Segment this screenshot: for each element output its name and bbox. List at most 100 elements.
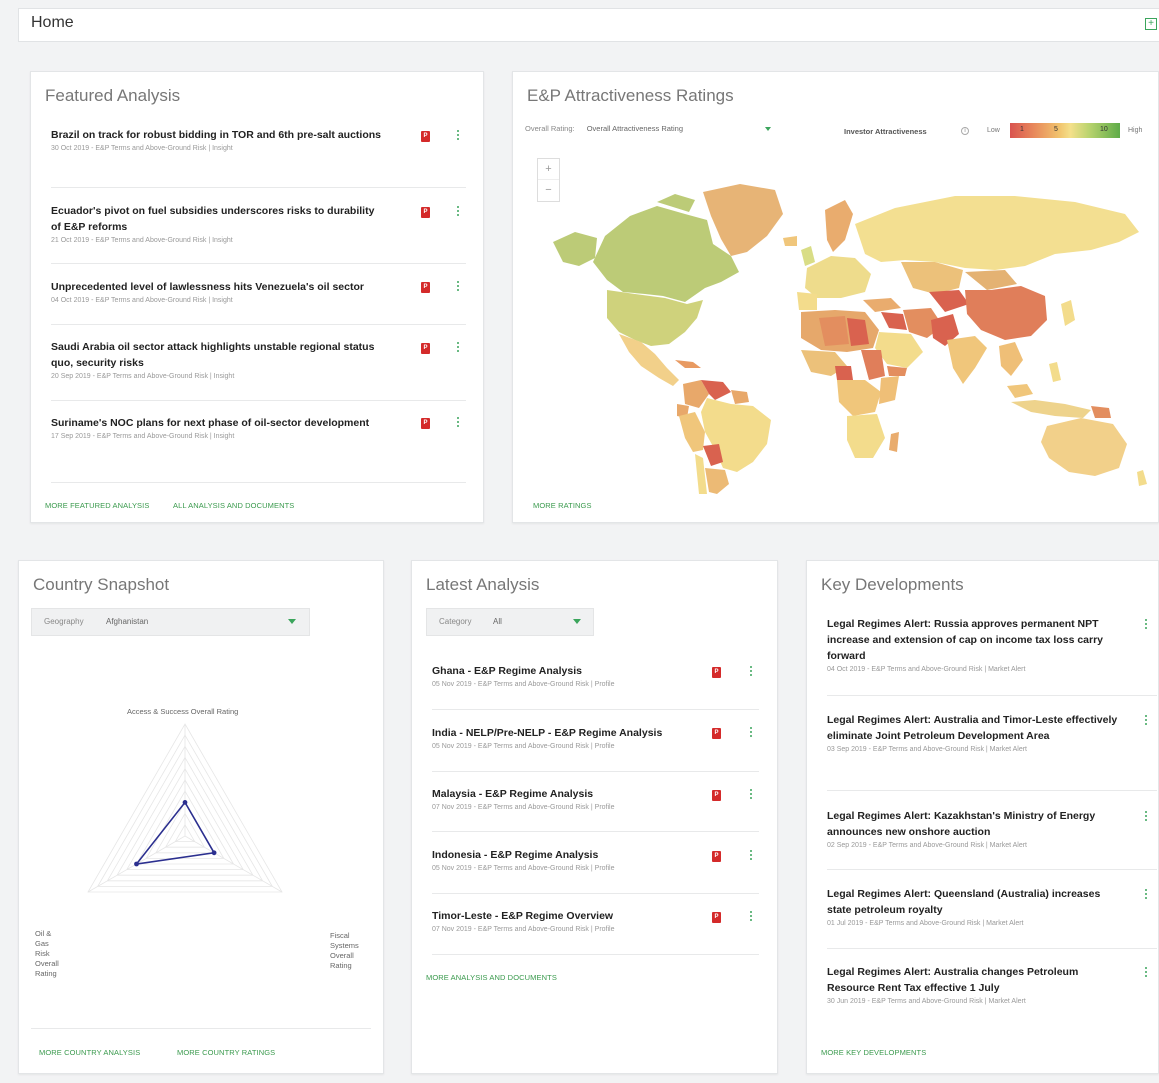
list-item[interactable]: Legal Regimes Alert: Kazakhstan's Minist… — [827, 808, 1122, 849]
more-options-icon[interactable] — [749, 911, 753, 923]
item-title[interactable]: Legal Regimes Alert: Kazakhstan's Minist… — [827, 808, 1122, 840]
list-item[interactable]: Legal Regimes Alert: Russia approves per… — [827, 616, 1122, 673]
item-meta: 05 Nov 2019 - E&P Terms and Above-Ground… — [432, 743, 615, 750]
divider — [432, 709, 759, 710]
select-label: Geography — [44, 617, 84, 626]
more-ratings-link[interactable]: More ratings — [533, 501, 592, 510]
map-region-alaska — [553, 232, 597, 266]
more-country-analysis-link[interactable]: More country analysis — [39, 1048, 140, 1057]
pdf-icon[interactable]: P — [421, 207, 430, 218]
more-options-icon[interactable] — [749, 727, 753, 739]
legend-title: Investor Attractiveness — [844, 127, 927, 136]
more-options-icon[interactable] — [1144, 619, 1148, 631]
more-country-ratings-link[interactable]: More country ratings — [177, 1048, 275, 1057]
map-region-indochina — [999, 342, 1023, 376]
item-title[interactable]: India - NELP/Pre-NELP - E&P Regime Analy… — [432, 725, 722, 741]
pdf-icon[interactable]: P — [712, 667, 721, 678]
item-title[interactable]: Brazil on track for robust bidding in TO… — [51, 127, 381, 143]
item-title[interactable]: Timor-Leste - E&P Regime Overview — [432, 908, 712, 924]
legend-low-label: Low — [987, 127, 1000, 134]
list-item[interactable]: Malaysia - E&P Regime Analysis 07 Nov 20… — [432, 786, 712, 811]
world-map[interactable] — [535, 154, 1150, 494]
item-title[interactable]: Legal Regimes Alert: Australia and Timor… — [827, 712, 1122, 744]
select-value: All — [493, 617, 502, 626]
more-options-icon[interactable] — [456, 206, 460, 218]
list-item[interactable]: Ghana - E&P Regime Analysis 05 Nov 2019 … — [432, 663, 712, 688]
pdf-icon[interactable]: P — [712, 790, 721, 801]
pdf-icon[interactable]: P — [421, 418, 430, 429]
pdf-icon[interactable]: P — [712, 912, 721, 923]
more-options-icon[interactable] — [1144, 811, 1148, 823]
item-title[interactable]: Saudi Arabia oil sector attack highlight… — [51, 339, 391, 371]
list-item[interactable]: Legal Regimes Alert: Queensland (Austral… — [827, 886, 1122, 927]
item-title[interactable]: Legal Regimes Alert: Australia changes P… — [827, 964, 1122, 996]
info-icon[interactable]: i — [961, 127, 969, 135]
pdf-icon[interactable]: P — [421, 282, 430, 293]
list-item[interactable]: Legal Regimes Alert: Australia changes P… — [827, 964, 1122, 1005]
more-options-icon[interactable] — [1144, 967, 1148, 979]
more-options-icon[interactable] — [1144, 889, 1148, 901]
map-region-mongolia — [965, 270, 1017, 290]
divider — [827, 790, 1157, 791]
page-title: Home — [31, 14, 74, 31]
list-item[interactable]: Brazil on track for robust bidding in TO… — [51, 127, 381, 152]
more-options-icon[interactable] — [749, 666, 753, 678]
list-item[interactable]: Ecuador's pivot on fuel subsidies unders… — [51, 203, 381, 244]
more-options-icon[interactable] — [749, 850, 753, 862]
item-title[interactable]: Suriname's NOC plans for next phase of o… — [51, 415, 381, 431]
item-title[interactable]: Unprecedented level of lawlessness hits … — [51, 279, 411, 295]
item-meta: 07 Nov 2019 - E&P Terms and Above-Ground… — [432, 804, 615, 811]
more-options-icon[interactable] — [1144, 715, 1148, 727]
item-title[interactable]: Ecuador's pivot on fuel subsidies unders… — [51, 203, 381, 235]
list-item[interactable]: Saudi Arabia oil sector attack highlight… — [51, 339, 391, 380]
legend-tick: 1 — [1020, 126, 1024, 133]
rating-select[interactable]: Overall Rating: Overall Attractiveness R… — [525, 124, 771, 138]
list-item[interactable]: Unprecedented level of lawlessness hits … — [51, 279, 411, 304]
more-options-icon[interactable] — [749, 789, 753, 801]
pdf-icon[interactable]: P — [712, 728, 721, 739]
map-region-new-zealand — [1137, 470, 1147, 486]
pdf-icon[interactable]: P — [421, 131, 430, 142]
item-title[interactable]: Indonesia - E&P Regime Analysis — [432, 847, 712, 863]
category-select[interactable]: Category All — [426, 608, 594, 636]
map-region-japan — [1061, 300, 1075, 326]
item-title[interactable]: Legal Regimes Alert: Russia approves per… — [827, 616, 1122, 664]
radar-grid — [87, 723, 283, 893]
divider — [432, 893, 759, 894]
map-region-kazakhstan — [901, 262, 963, 294]
chevron-down-icon — [765, 127, 771, 131]
more-options-icon[interactable] — [456, 342, 460, 354]
map-region-turkey — [863, 298, 901, 312]
list-item[interactable]: Suriname's NOC plans for next phase of o… — [51, 415, 381, 440]
more-featured-analysis-link[interactable]: More featured analysis — [45, 501, 149, 510]
list-item[interactable]: Indonesia - E&P Regime Analysis 05 Nov 2… — [432, 847, 712, 872]
item-title[interactable]: Ghana - E&P Regime Analysis — [432, 663, 712, 679]
map-region-chile — [695, 454, 707, 494]
pdf-icon[interactable]: P — [421, 343, 430, 354]
more-analysis-link[interactable]: More analysis and documents — [426, 973, 557, 982]
all-analysis-link[interactable]: All analysis and documents — [173, 501, 294, 510]
map-region-yemen — [887, 366, 907, 376]
item-title[interactable]: Legal Regimes Alert: Queensland (Austral… — [827, 886, 1122, 918]
list-item[interactable]: India - NELP/Pre-NELP - E&P Regime Analy… — [432, 725, 722, 750]
more-options-icon[interactable] — [456, 130, 460, 142]
list-item[interactable]: Legal Regimes Alert: Australia and Timor… — [827, 712, 1122, 753]
item-meta: 03 Sep 2019 - E&P Terms and Above-Ground… — [827, 746, 1027, 753]
legend-scale: 1 5 10 — [1010, 123, 1120, 138]
pdf-icon[interactable]: P — [712, 851, 721, 862]
divider — [432, 771, 759, 772]
more-options-icon[interactable] — [456, 417, 460, 429]
map-region-east-africa — [879, 376, 899, 404]
item-meta: 21 Oct 2019 - E&P Terms and Above-Ground… — [51, 237, 233, 244]
list-item[interactable]: Timor-Leste - E&P Regime Overview 07 Nov… — [432, 908, 712, 933]
geography-select[interactable]: Geography Afghanistan — [31, 608, 310, 636]
divider — [432, 954, 759, 955]
item-meta: 07 Nov 2019 - E&P Terms and Above-Ground… — [432, 926, 615, 933]
featured-analysis-title: Featured Analysis — [45, 86, 181, 105]
expand-icon[interactable]: + — [1145, 18, 1157, 30]
more-options-icon[interactable] — [456, 281, 460, 293]
more-key-developments-link[interactable]: More key developments — [821, 1048, 926, 1057]
featured-analysis-card: Featured Analysis Brazil on track for ro… — [30, 71, 484, 523]
item-title[interactable]: Malaysia - E&P Regime Analysis — [432, 786, 712, 802]
divider — [51, 482, 466, 483]
